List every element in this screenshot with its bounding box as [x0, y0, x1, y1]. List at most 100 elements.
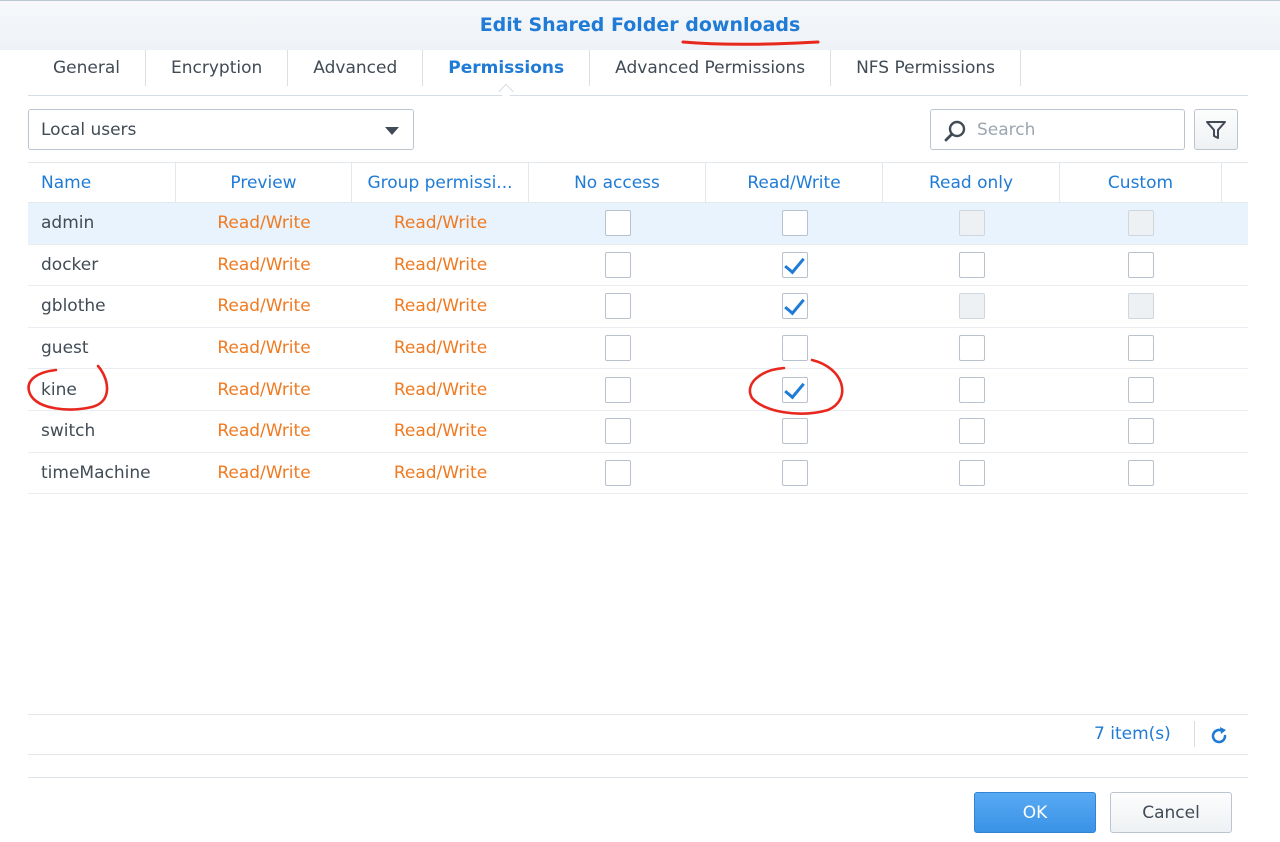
read-only-checkbox-cell: [883, 411, 1060, 452]
row-group-permission: Read/Write: [393, 296, 488, 317]
read-only-checkbox-cell: [883, 203, 1060, 244]
row-user-name: switch: [41, 421, 96, 442]
custom-checkbox: [1128, 210, 1154, 237]
grid-header: Name Preview Group permissi... No access…: [28, 163, 1248, 203]
tab-encryption[interactable]: Encryption: [145, 50, 287, 86]
custom-checkbox[interactable]: [1128, 251, 1154, 278]
tab-permissions[interactable]: Permissions: [422, 50, 589, 86]
read-write-checkbox[interactable]: [781, 293, 808, 320]
tab-general[interactable]: General: [28, 50, 145, 86]
read-only-checkbox[interactable]: [958, 335, 985, 362]
grid-bottom-divider: [28, 754, 1248, 755]
table-row[interactable]: guest Read/Write Read/Write: [28, 328, 1248, 370]
refresh-icon: [1211, 727, 1227, 744]
read-only-checkbox[interactable]: [958, 251, 985, 278]
row-group-permission: Read/Write: [393, 338, 488, 359]
read-only-checkbox-cell: [883, 328, 1060, 369]
read-write-checkbox-cell: [706, 411, 883, 452]
row-group-permission: Read/Write: [393, 462, 488, 483]
read-only-checkbox[interactable]: [958, 376, 985, 403]
no-access-checkbox-cell: [529, 453, 706, 494]
no-access-checkbox[interactable]: [604, 335, 631, 362]
chevron-down-icon: [385, 127, 399, 135]
row-group-permission: Read/Write: [393, 379, 488, 400]
row-preview-permission: Read/Write: [217, 379, 311, 400]
custom-checkbox-cell: [1060, 328, 1222, 369]
user-type-select[interactable]: Local users: [28, 109, 414, 150]
table-row[interactable]: switch Read/Write Read/Write: [28, 411, 1248, 453]
filter-button[interactable]: [1194, 109, 1238, 150]
custom-checkbox[interactable]: [1128, 335, 1154, 362]
no-access-checkbox-cell: [529, 286, 706, 327]
column-header-read-write[interactable]: Read/Write: [706, 163, 883, 202]
row-preview-permission: Read/Write: [217, 296, 311, 317]
read-only-checkbox[interactable]: [958, 418, 985, 445]
custom-checkbox[interactable]: [1128, 376, 1154, 403]
column-header-preview[interactable]: Preview: [176, 163, 352, 202]
tab-advanced[interactable]: Advanced: [287, 50, 422, 86]
custom-checkbox-cell: [1060, 369, 1222, 410]
custom-checkbox-cell: [1060, 286, 1222, 327]
grid-body: admin Read/Write Read/Write docker Read/Writ…: [28, 203, 1248, 495]
row-group-permission: Read/Write: [393, 421, 488, 442]
read-write-checkbox-cell: [706, 453, 883, 494]
column-header-group-permissions[interactable]: Group permissi...: [352, 163, 529, 202]
column-header-read-only[interactable]: Read only: [883, 163, 1060, 202]
row-preview-permission: Read/Write: [217, 254, 311, 275]
row-user-name: gblothe: [41, 296, 106, 317]
read-write-checkbox[interactable]: [781, 459, 808, 486]
read-write-checkbox[interactable]: [781, 376, 808, 403]
ok-button[interactable]: OK: [974, 792, 1096, 833]
read-only-checkbox-cell: [883, 453, 1060, 494]
no-access-checkbox-cell: [529, 245, 706, 286]
no-access-checkbox[interactable]: [604, 251, 631, 278]
read-write-checkbox-cell: [706, 203, 883, 244]
tab-bar: General Encryption Advanced Permissions …: [28, 50, 1248, 96]
no-access-checkbox-cell: [529, 328, 706, 369]
read-only-checkbox-cell: [883, 245, 1060, 286]
row-user-name: admin: [41, 213, 95, 234]
custom-checkbox-cell: [1060, 245, 1222, 286]
table-row[interactable]: kine Read/Write Read/Write: [28, 369, 1248, 411]
custom-checkbox-cell: [1060, 411, 1222, 452]
read-write-checkbox[interactable]: [781, 335, 808, 362]
no-access-checkbox[interactable]: [604, 376, 631, 403]
no-access-checkbox[interactable]: [604, 459, 631, 486]
table-row[interactable]: gblothe Read/Write Read/Write: [28, 286, 1248, 328]
read-only-checkbox-cell: [883, 369, 1060, 410]
read-write-checkbox-cell: [706, 328, 883, 369]
tab-advanced-permissions[interactable]: Advanced Permissions: [589, 50, 830, 86]
read-write-checkbox[interactable]: [781, 210, 808, 237]
dialog-title-bar: Edit Shared Folder downloads: [0, 0, 1280, 50]
dialog-footer-divider: [28, 777, 1248, 778]
folder-name: downloads: [685, 14, 801, 36]
no-access-checkbox[interactable]: [604, 293, 631, 320]
column-header-name[interactable]: Name: [28, 163, 176, 202]
no-access-checkbox-cell: [529, 369, 706, 410]
column-header-no-access[interactable]: No access: [529, 163, 706, 202]
custom-checkbox[interactable]: [1128, 459, 1154, 486]
cancel-button[interactable]: Cancel: [1110, 792, 1232, 833]
refresh-button[interactable]: [1208, 725, 1230, 751]
table-row[interactable]: docker Read/Write Read/Write: [28, 245, 1248, 287]
row-preview-permission: Read/Write: [217, 421, 311, 442]
read-only-checkbox: [958, 293, 985, 320]
read-only-checkbox[interactable]: [958, 459, 985, 486]
no-access-checkbox[interactable]: [604, 418, 631, 445]
search-input[interactable]: Search: [930, 109, 1185, 150]
grid-footer-divider: [28, 714, 1248, 715]
custom-checkbox: [1128, 293, 1154, 320]
read-write-checkbox[interactable]: [781, 251, 808, 278]
dialog-title-prefix: Edit Shared Folder: [479, 14, 679, 36]
footer-separator: [1194, 721, 1195, 747]
custom-checkbox[interactable]: [1128, 418, 1154, 445]
table-row[interactable]: timeMachine Read/Write Read/Write: [28, 453, 1248, 495]
filter-icon: [1206, 120, 1226, 139]
user-type-selected-value: Local users: [41, 120, 137, 140]
dialog-title: Edit Shared Folder downloads: [0, 14, 1280, 36]
read-write-checkbox[interactable]: [781, 418, 808, 445]
table-row[interactable]: admin Read/Write Read/Write: [28, 203, 1248, 245]
column-header-custom[interactable]: Custom: [1060, 163, 1222, 202]
no-access-checkbox[interactable]: [604, 210, 631, 237]
tab-nfs-permissions[interactable]: NFS Permissions: [830, 50, 1022, 86]
